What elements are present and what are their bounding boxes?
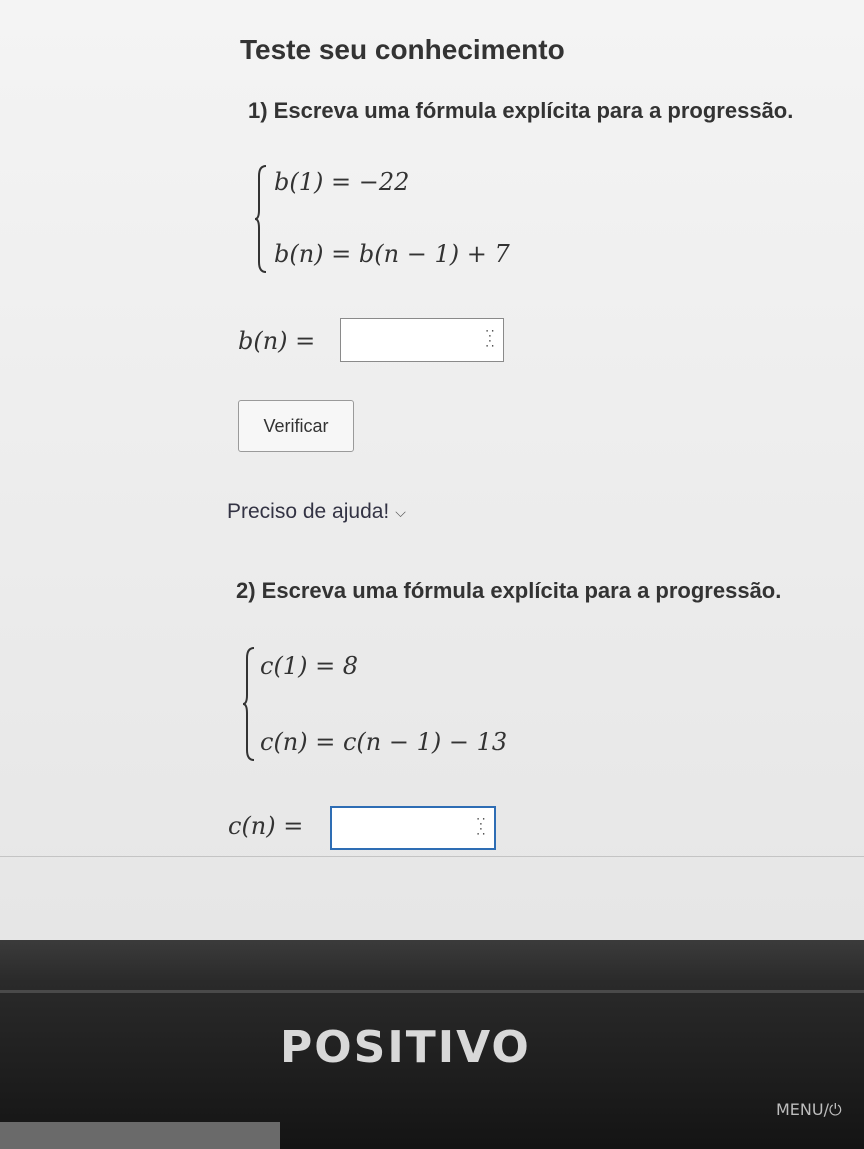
- question-2-system: c(1) = 8 c(n) = c(n − 1) − 13: [242, 646, 562, 762]
- brand-logo: POSITIVO: [280, 1022, 531, 1073]
- question-1-prompt: 1) Escreva uma fórmula explícita para a …: [248, 98, 794, 123]
- monitor-stand: [0, 1122, 280, 1149]
- help-label: Preciso de ajuda!: [227, 500, 390, 523]
- divider: [0, 856, 864, 857]
- question-2-answer-label: c(n) =: [228, 812, 304, 840]
- question-1-system: b(1) = −22 b(n) = b(n − 1) + 7: [254, 164, 554, 274]
- question-2-eq-1: c(1) = 8: [260, 652, 359, 680]
- brace-icon: [242, 646, 256, 762]
- brace-icon: [254, 164, 268, 274]
- question-2-answer-input[interactable]: ∵ ∴: [330, 806, 496, 850]
- bezel-divider: [0, 990, 864, 993]
- math-keypad-icon[interactable]: ∵ ∴: [486, 328, 495, 351]
- question-1-answer-input[interactable]: ∵ ∴: [340, 318, 504, 362]
- question-1-eq-2: b(n) = b(n − 1) + 7: [274, 240, 510, 268]
- page-title: Teste seu conhecimento: [240, 34, 565, 65]
- chevron-down-icon: ⌵: [395, 503, 406, 520]
- question-2-eq-2: c(n) = c(n − 1) − 13: [260, 728, 508, 756]
- question-2-prompt: 2) Escreva uma fórmula explícita para a …: [236, 578, 782, 603]
- question-1-answer-label: b(n) =: [238, 327, 316, 355]
- math-keypad-icon[interactable]: ∵ ∴: [477, 816, 486, 839]
- check-button[interactable]: Verificar: [238, 400, 354, 452]
- help-toggle[interactable]: Preciso de ajuda! ⌵: [227, 500, 406, 524]
- question-1-eq-1: b(1) = −22: [274, 168, 410, 196]
- menu-button[interactable]: MENU/⏻: [776, 1100, 842, 1120]
- screen: Teste seu conhecimento 1) Escreva uma fó…: [0, 0, 864, 945]
